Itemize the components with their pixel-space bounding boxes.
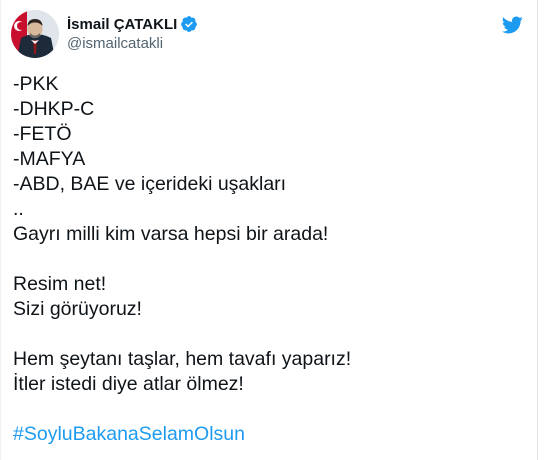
display-name-row: İsmail ÇATAKLI (67, 14, 198, 34)
tweet-line: -DHKP-C (13, 98, 95, 120)
tweet-header: İsmail ÇATAKLI @ismailcatakli (11, 10, 527, 60)
tweet-line: İtler istedi diye atlar ölmez! (13, 373, 244, 395)
twitter-bird-icon[interactable] (501, 14, 523, 36)
verified-badge-icon (180, 15, 198, 33)
tweet-line: Gayrı milli kim varsa hepsi bir arada! (13, 223, 329, 245)
tweet-line: -FETÖ (13, 123, 72, 145)
author-handle[interactable]: @ismailcatakli (67, 35, 198, 52)
tweet-line: -PKK (13, 73, 59, 95)
avatar-image (11, 10, 59, 58)
tweet-line (13, 397, 525, 422)
author-names: İsmail ÇATAKLI @ismailcatakli (67, 14, 198, 52)
tweet-line (13, 322, 525, 347)
tweet-line: -MAFYA (13, 148, 86, 170)
tweet-line: .. (13, 198, 24, 220)
tweet-text: -PKK -DHKP-C -FETÖ -MAFYA -ABD, BAE ve i… (13, 72, 525, 447)
tweet-line: Sizi görüyoruz! (13, 298, 142, 320)
hashtag-link[interactable]: #SoyluBakanaSelamOlsun (13, 422, 525, 447)
tweet-line (13, 247, 525, 272)
display-name[interactable]: İsmail ÇATAKLI (67, 16, 177, 33)
tweet-line: Hem şeytanı taşlar, hem tavafı yaparız! (13, 348, 352, 370)
tweet-card: İsmail ÇATAKLI @ismailcatakli -PKK -DHKP… (0, 0, 538, 460)
tweet-line: Resim net! (13, 273, 107, 295)
tweet-line: -ABD, BAE ve içerideki uşakları (13, 173, 287, 195)
avatar[interactable] (11, 10, 59, 58)
